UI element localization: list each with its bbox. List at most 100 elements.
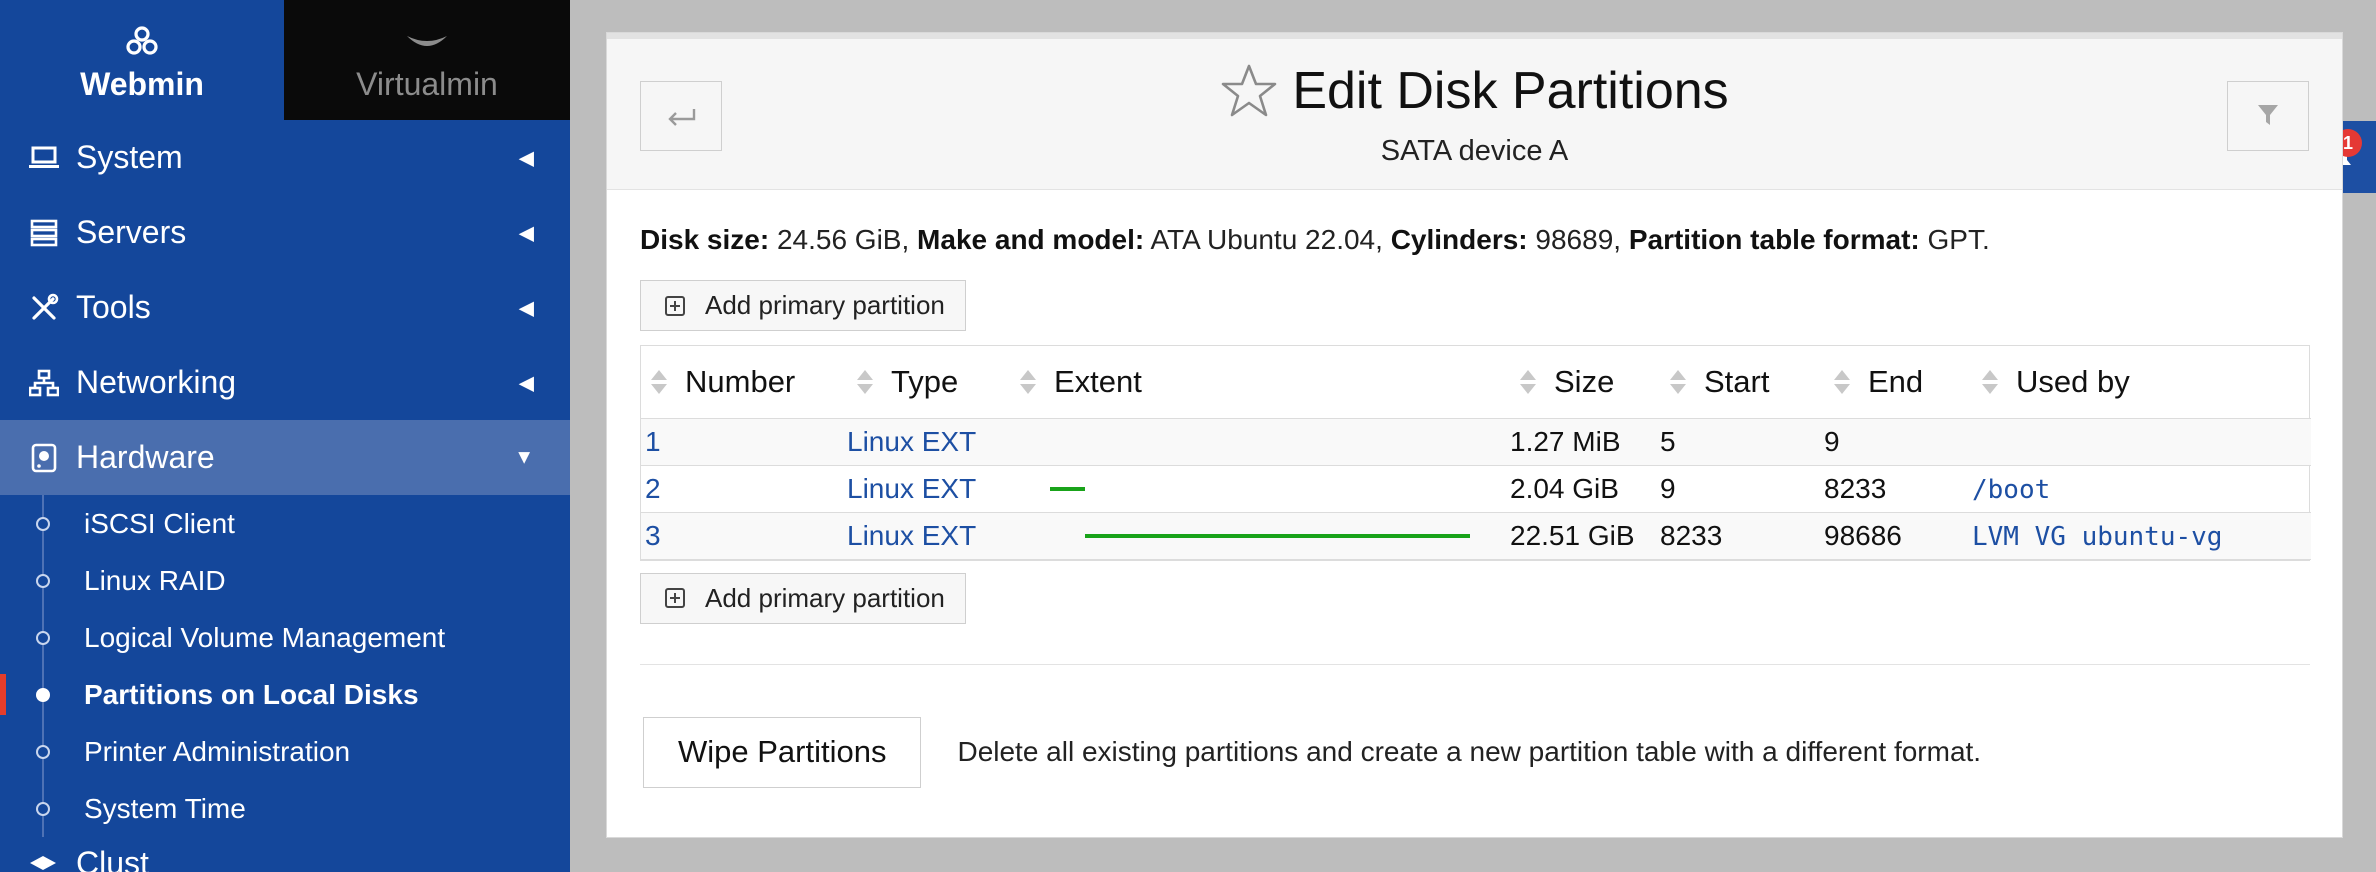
disk-size-value: 24.56 GiB, <box>769 224 910 255</box>
partition-type-link[interactable]: Linux EXT <box>847 520 976 551</box>
col-extent-header[interactable]: Extent <box>1010 346 1510 419</box>
partition-end: 98686 <box>1824 512 1972 560</box>
sort-icon <box>1982 369 1998 394</box>
tools-icon <box>28 292 60 324</box>
partition-size: 1.27 MiB <box>1510 418 1660 466</box>
partition-type-link[interactable]: Linux EXT <box>847 426 976 457</box>
partition-size: 2.04 GiB <box>1510 465 1660 513</box>
col-start-label: Start <box>1704 363 1770 399</box>
bullet-icon <box>36 573 50 588</box>
harddisk-icon <box>28 442 60 474</box>
panel-header: Edit Disk Partitions SATA device A <box>607 33 2342 190</box>
table-format-label: Partition table format: <box>1628 224 1920 255</box>
section-divider <box>640 663 2310 665</box>
caret-down-icon: ▼ <box>514 446 534 468</box>
wipe-partitions-button[interactable]: Wipe Partitions <box>643 716 922 788</box>
sidebar-item-partitions[interactable]: Partitions on Local Disks <box>0 666 570 723</box>
col-extent-label: Extent <box>1054 363 1142 399</box>
virtualmin-logo-icon <box>404 18 450 66</box>
cylinders-label: Cylinders: <box>1390 224 1528 255</box>
col-start-header[interactable]: Start <box>1660 346 1824 419</box>
add-primary-partition-button-bottom[interactable]: Add primary partition <box>640 572 966 624</box>
table-format-value: GPT. <box>1919 224 1990 255</box>
caret-left-icon: ◀ <box>518 222 534 244</box>
wipe-section: Wipe Partitions Delete all existing part… <box>640 716 2309 788</box>
menu-networking-label: Networking <box>76 364 237 400</box>
plus-square-icon <box>665 588 685 608</box>
make-model-label: Make and model: <box>917 224 1145 255</box>
sidebar-item-lvm[interactable]: Logical Volume Management <box>0 609 570 666</box>
active-marker <box>0 674 6 715</box>
partition-used-by[interactable]: /boot <box>1972 475 2050 505</box>
menu-tools[interactable]: Tools ◀ <box>0 270 570 345</box>
partition-number-link[interactable]: 2 <box>645 473 661 504</box>
menu-system-label: System <box>76 139 183 175</box>
menu-servers[interactable]: Servers ◀ <box>0 195 570 270</box>
filter-button[interactable] <box>2227 81 2309 151</box>
bullet-icon <box>36 744 50 759</box>
table-header-row: Number Type Extent Size Start End Used b… <box>641 346 2311 419</box>
partition-start: 8233 <box>1660 512 1824 560</box>
menu-hardware-label: Hardware <box>76 439 215 475</box>
col-number-header[interactable]: Number <box>641 346 847 419</box>
main-panel: Edit Disk Partitions SATA device A Disk … <box>606 32 2343 838</box>
col-size-header[interactable]: Size <box>1510 346 1660 419</box>
virtualmin-tab[interactable]: Virtualmin <box>284 0 570 120</box>
add-primary-partition-button[interactable]: Add primary partition <box>640 280 966 331</box>
filter-icon <box>2257 97 2279 136</box>
disk-size-label: Disk size: <box>640 224 770 255</box>
sidebar-item-label: Partitions on Local Disks <box>84 678 419 710</box>
col-end-header[interactable]: End <box>1824 346 1972 419</box>
col-size-label: Size <box>1554 363 1615 399</box>
menu-networking[interactable]: Networking ◀ <box>0 345 570 420</box>
menu-servers-label: Servers <box>76 214 187 250</box>
table-row: 1 Linux EXT 1.27 MiB 5 9 <box>641 418 2311 466</box>
cylinders-value: 98689, <box>1527 224 1622 255</box>
caret-left-icon: ◀ <box>518 147 534 169</box>
menu-hardware[interactable]: Hardware ▼ <box>0 420 570 495</box>
col-type-header[interactable]: Type <box>847 346 1010 419</box>
webmin-label: Webmin <box>80 65 204 102</box>
partition-used-by[interactable]: LVM VG ubuntu-vg <box>1972 522 2222 552</box>
virtualmin-label: Virtualmin <box>356 65 498 102</box>
webmin-tab[interactable]: Webmin <box>0 0 284 120</box>
sort-icon <box>1020 369 1036 394</box>
make-model-value: ATA Ubuntu 22.04, <box>1144 224 1383 255</box>
sidebar-item-label: System Time <box>84 792 246 824</box>
sidebar-item-label: Printer Administration <box>84 735 351 767</box>
webmin-logo-icon <box>122 18 162 66</box>
add-primary-partition-label: Add primary partition <box>705 582 945 613</box>
brand-switcher: Webmin Virtualmin <box>0 0 570 120</box>
partition-start: 5 <box>1660 418 1824 466</box>
hardware-submenu: iSCSI Client Linux RAID Logical Volume M… <box>0 495 570 837</box>
extent-cell <box>1010 419 1510 465</box>
sidebar-item-system-time[interactable]: System Time <box>0 780 570 837</box>
menu-system[interactable]: System ◀ <box>0 120 570 195</box>
partition-type-link[interactable]: Linux EXT <box>847 473 976 504</box>
sidebar-item-label: Linux RAID <box>84 564 226 596</box>
table-row: 2 Linux EXT 2.04 GiB 9 8233 /boot <box>641 465 2311 513</box>
sidebar-item-iscsi-client[interactable]: iSCSI Client <box>0 495 570 552</box>
extent-cell <box>1010 466 1510 512</box>
partition-number-link[interactable]: 1 <box>645 426 661 457</box>
sidebar-item-label: iSCSI Client <box>84 507 235 539</box>
wipe-description: Delete all existing partitions and creat… <box>957 736 1982 767</box>
extent-bar <box>1050 486 1086 491</box>
star-favorite-icon[interactable] <box>1220 63 1278 119</box>
laptop-icon <box>28 142 60 174</box>
partition-number-link[interactable]: 3 <box>645 520 661 551</box>
menu-cluster-partial[interactable]: Clust <box>0 837 570 872</box>
bullet-icon <box>36 801 50 816</box>
sidebar-item-printer-admin[interactable]: Printer Administration <box>0 723 570 780</box>
page-subtitle: SATA device A <box>1380 135 1569 167</box>
table-row: 3 Linux EXT 22.51 GiB 8233 98686 LVM VG … <box>641 512 2311 560</box>
sort-icon <box>651 369 667 394</box>
extent-cell <box>1010 513 1510 559</box>
col-used-by-header[interactable]: Used by <box>1972 346 2311 419</box>
network-icon <box>28 367 60 399</box>
sidebar-item-linux-raid[interactable]: Linux RAID <box>0 552 570 609</box>
partition-size: 22.51 GiB <box>1510 512 1660 560</box>
bullet-icon <box>36 516 50 531</box>
col-end-label: End <box>1868 363 1924 399</box>
partition-end: 8233 <box>1824 465 1972 513</box>
